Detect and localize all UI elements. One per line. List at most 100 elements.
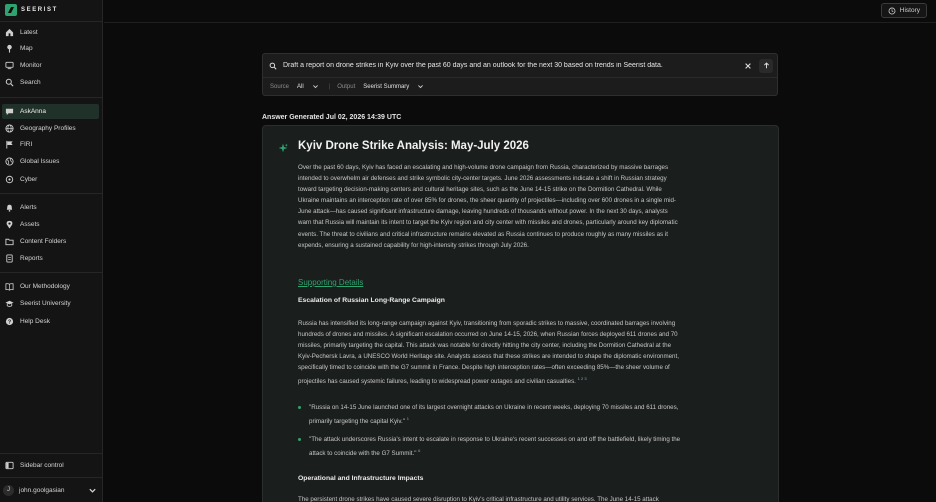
sidebar-item-label: Monitor — [20, 62, 42, 69]
logo-divider — [0, 21, 103, 22]
quote-line: "Russia on 14-15 June launched one of it… — [309, 404, 679, 411]
section-line: The persistent drone strikes have caused… — [298, 496, 659, 502]
folder-icon — [5, 238, 14, 246]
summary-line: warn that Russia will maintain its inten… — [298, 219, 678, 227]
supporting-details-link[interactable]: Supporting Details — [298, 278, 363, 287]
globe-icon — [5, 124, 14, 133]
answer-title: Kyiv Drone Strike Analysis: May-July 202… — [298, 140, 529, 152]
section-line: Russia has intensified its long-range ca… — [298, 320, 676, 327]
sidebar-item-label: Geography Profiles — [20, 125, 76, 132]
sidebar-item-alerts[interactable]: Alerts — [2, 200, 99, 215]
sidebar-item-label: Cyber — [20, 176, 38, 183]
answer-timestamp: Answer Generated Jul 02, 2026 14:39 UTC — [262, 114, 402, 121]
sidebar-item-reports[interactable]: Reports — [2, 251, 99, 266]
avatar: J — [3, 484, 14, 496]
sidebar-item-cyber[interactable]: Cyber — [2, 172, 99, 187]
quote-line: attack to coincide with the G7 Summit." — [309, 450, 417, 458]
summary-line: Over the past 60 days, Kyiv has faced an… — [298, 164, 669, 171]
sidebar-toggle-icon — [5, 461, 14, 470]
bullet-dot — [298, 438, 301, 441]
chevron-down-icon — [89, 488, 96, 493]
citation-refs[interactable]: 1 2 3 — [578, 376, 587, 381]
sidebar-item-help-desk[interactable]: ? Help Desk — [2, 314, 99, 329]
source-select[interactable]: All — [297, 84, 304, 90]
section-heading: Operational and Infrastructure Impacts — [298, 475, 424, 482]
summary-line: toward targeting decision-making centers… — [298, 186, 662, 194]
sidebar-item-map[interactable]: Map — [2, 41, 99, 56]
sidebar-control-button[interactable]: Sidebar control — [2, 458, 99, 473]
pin-icon — [6, 220, 13, 229]
sidebar-item-label: Global Issues — [20, 158, 60, 165]
bullet-dot — [298, 406, 301, 409]
arrow-up-icon — [763, 62, 769, 69]
map-pin-icon — [7, 44, 12, 53]
sidebar-item-latest[interactable]: Latest — [2, 25, 99, 40]
filter-separator: | — [328, 83, 331, 90]
section-heading: Escalation of Russian Long-Range Campaig… — [298, 297, 445, 304]
sidebar-item-label: Map — [20, 45, 33, 52]
search-icon — [269, 62, 277, 70]
logo-mark-icon — [5, 4, 17, 16]
sidebar-item-label: Reports — [20, 255, 43, 262]
section-line-text: projectiles has caused systemic failures… — [298, 378, 576, 386]
sidebar-item-label: Our Methodology — [20, 283, 70, 290]
sidebar-item-geography-profiles[interactable]: Geography Profiles — [2, 121, 99, 136]
summary-line: events. The threat to civilians and crit… — [298, 230, 668, 238]
user-menu[interactable]: J john.goolgasian — [3, 481, 100, 499]
history-label: History — [899, 7, 920, 14]
section-line: specifically timed to coincide with the … — [298, 364, 670, 372]
section-paragraph: Russia has intensified its long-range ca… — [298, 318, 766, 388]
sidebar-item-label: Help Desk — [20, 318, 50, 325]
submit-query-button[interactable] — [759, 58, 773, 73]
quote-item: "The attack underscores Russia's intent … — [298, 434, 768, 459]
sidebar-item-label: Assets — [20, 221, 40, 228]
sidebar-divider — [0, 193, 103, 194]
sidebar-item-label: FIRI — [20, 141, 33, 148]
sidebar-divider — [0, 272, 103, 273]
query-box: Draft a report on drone strikes in Kyiv … — [262, 53, 778, 96]
quote-item: "Russia on 14-15 June launched one of it… — [298, 402, 768, 427]
clear-query-button[interactable] — [743, 61, 753, 71]
quote-line: "The attack underscores Russia's intent … — [309, 436, 681, 443]
summary-line: Ukraine maintains an interception rate o… — [298, 197, 676, 205]
top-bar: History — [104, 0, 936, 23]
chevron-down-icon[interactable] — [312, 83, 319, 90]
logo[interactable]: SEERIST — [5, 4, 58, 16]
close-icon — [745, 62, 751, 69]
chevron-down-icon[interactable] — [417, 83, 424, 90]
section-line: missiles, primarily targeting the capita… — [298, 342, 672, 350]
logo-text: SEERIST — [21, 7, 58, 13]
search-icon — [5, 78, 14, 87]
summary-line: intended to overwhelm air defenses and s… — [298, 175, 667, 183]
sidebar-item-seerist-university[interactable]: Seerist University — [2, 296, 99, 311]
output-label: Output — [337, 83, 356, 90]
section-line: projectiles has caused systemic failures… — [298, 373, 766, 387]
sidebar-item-label: AskAnna — [20, 108, 47, 115]
chat-icon — [5, 108, 14, 116]
output-select[interactable]: Seerist Summary — [363, 84, 409, 90]
sidebar-item-firi[interactable]: FIRI — [2, 137, 99, 152]
sidebar-item-label: Search — [20, 79, 41, 86]
sidebar-item-askanna[interactable]: AskAnna — [2, 104, 99, 119]
sparkle-icon — [278, 143, 288, 153]
sidebar-divider — [0, 97, 103, 98]
sidebar-item-assets[interactable]: Assets — [2, 217, 99, 232]
sidebar-item-content-folders[interactable]: Content Folders — [2, 234, 99, 249]
svg-text:?: ? — [8, 320, 11, 326]
citation-ref[interactable]: 1 — [407, 416, 409, 421]
bell-icon — [6, 204, 13, 212]
monitor-icon — [5, 61, 14, 70]
citation-ref[interactable]: 6 — [418, 448, 420, 453]
query-row: Draft a report on drone strikes in Kyiv … — [269, 58, 773, 73]
sidebar-item-monitor[interactable]: Monitor — [2, 58, 99, 73]
quote-line: primarily targeting the capital Kyiv." — [309, 418, 405, 426]
answer-card: Kyiv Drone Strike Analysis: May-July 202… — [262, 125, 779, 502]
section-line: hundreds of drones and missiles. A signi… — [298, 331, 678, 339]
sidebar-item-global-issues[interactable]: Global Issues — [2, 154, 99, 169]
query-divider — [263, 77, 777, 78]
history-button[interactable]: History — [880, 3, 927, 18]
sidebar-item-search[interactable]: Search — [2, 75, 99, 90]
reports-icon — [6, 254, 13, 263]
sidebar-item-our-methodology[interactable]: Our Methodology — [2, 279, 99, 294]
query-input[interactable]: Draft a report on drone strikes in Kyiv … — [283, 62, 737, 69]
